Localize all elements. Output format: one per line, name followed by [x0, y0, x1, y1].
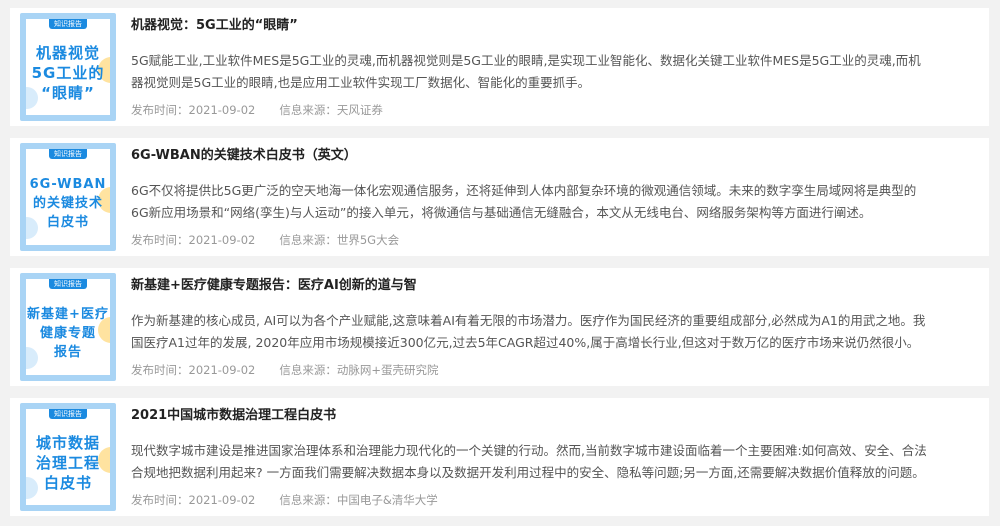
- article-thumbnail[interactable]: 知识报告 机器视觉 5G工业的 “眼睛”: [20, 13, 116, 121]
- article-card[interactable]: 知识报告 6G-WBAN 的关键技术 白皮书 6G-WBAN的关键技术白皮书（英…: [10, 138, 989, 256]
- article-summary: 6G不仅将提供比5G更广泛的空天地海一体化宏观通信服务，还将延伸到人体内部复杂环…: [131, 183, 917, 220]
- thumbnail-title: 城市数据 治理工程 白皮书: [35, 434, 100, 492]
- info-source: 信息来源：世界5G大会: [279, 233, 400, 247]
- article-summary: 作为新基建的核心成员, AI可以为各个产业赋能,这意味着AI有着无限的市场潜力。…: [131, 313, 926, 350]
- thumbnail-tag: 知识报告: [49, 19, 87, 29]
- article-card[interactable]: 知识报告 城市数据 治理工程 白皮书 2021中国城市数据治理工程白皮书 现代数…: [10, 398, 989, 516]
- thumbnail-title: 6G-WBAN 的关键技术 白皮书: [29, 176, 107, 230]
- article-title[interactable]: 机器视觉：5G工业的“眼睛”: [131, 17, 971, 35]
- info-source: 信息来源：中国电子&清华大学: [279, 493, 438, 507]
- thumbnail-tag: 知识报告: [49, 409, 87, 419]
- article-thumbnail[interactable]: 知识报告 新基建+医疗 健康专题 报告: [20, 273, 116, 381]
- thumbnail-title: 新基建+医疗 健康专题 报告: [27, 306, 109, 360]
- article-meta: 发布时间：2021-09-02 信息来源：天风证券: [131, 102, 383, 118]
- publish-date: 发布时间：2021-09-02: [131, 493, 256, 507]
- article-meta: 发布时间：2021-09-02 信息来源：世界5G大会: [131, 232, 399, 248]
- article-card[interactable]: 知识报告 机器视觉 5G工业的 “眼睛” 机器视觉：5G工业的“眼睛” 5G赋能…: [10, 8, 989, 126]
- article-thumbnail[interactable]: 知识报告 城市数据 治理工程 白皮书: [20, 403, 116, 511]
- thumbnail-tag: 知识报告: [49, 149, 87, 159]
- article-meta: 发布时间：2021-09-02 信息来源：中国电子&清华大学: [131, 492, 438, 508]
- publish-date: 发布时间：2021-09-02: [131, 103, 256, 117]
- article-title[interactable]: 6G-WBAN的关键技术白皮书（英文）: [131, 147, 971, 165]
- info-source: 信息来源：天风证券: [279, 103, 383, 117]
- thumbnail-tag: 知识报告: [49, 279, 87, 289]
- info-source: 信息来源：动脉网+蛋壳研究院: [279, 363, 439, 377]
- article-list: 知识报告 机器视觉 5G工业的 “眼睛” 机器视觉：5G工业的“眼睛” 5G赋能…: [0, 0, 1000, 526]
- article-title[interactable]: 2021中国城市数据治理工程白皮书: [131, 407, 971, 425]
- article-meta: 发布时间：2021-09-02 信息来源：动脉网+蛋壳研究院: [131, 362, 438, 378]
- article-card[interactable]: 知识报告 新基建+医疗 健康专题 报告 新基建+医疗健康专题报告：医疗AI创新的…: [10, 268, 989, 386]
- thumbnail-title: 机器视觉 5G工业的 “眼睛”: [31, 44, 105, 102]
- article-thumbnail[interactable]: 知识报告 6G-WBAN 的关键技术 白皮书: [20, 143, 116, 251]
- article-title[interactable]: 新基建+医疗健康专题报告：医疗AI创新的道与智: [131, 277, 971, 295]
- article-summary: 现代数字城市建设是推进国家治理体系和治理能力现代化的一个关键的行动。然而,当前数…: [131, 443, 927, 480]
- publish-date: 发布时间：2021-09-02: [131, 233, 256, 247]
- article-summary: 5G赋能工业,工业软件MES是5G工业的灵魂,而机器视觉则是5G工业的眼睛,是实…: [131, 53, 921, 90]
- publish-date: 发布时间：2021-09-02: [131, 363, 256, 377]
